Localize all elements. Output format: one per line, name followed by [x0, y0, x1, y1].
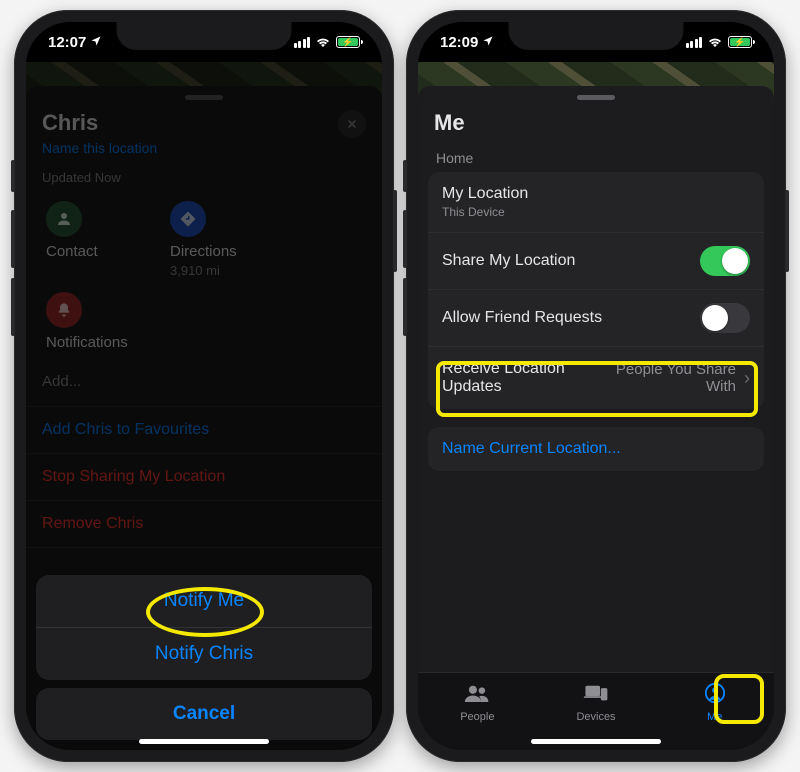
battery-icon: ⚡	[728, 36, 752, 48]
tab-people[interactable]: People	[418, 673, 537, 750]
name-current-location-row[interactable]: Name Current Location...	[428, 427, 764, 471]
phone-right: 12:09 ⚡ Me Home	[406, 10, 786, 762]
contact-action[interactable]: Contact	[46, 201, 136, 278]
wifi-icon	[707, 34, 723, 51]
allow-requests-row: Allow Friend Requests	[428, 289, 764, 346]
action-sheet: Notify Me Notify Chris Cancel	[36, 575, 372, 740]
bell-icon	[46, 292, 82, 328]
status-time: 12:09	[440, 34, 478, 51]
notify-friend-option[interactable]: Notify Chris	[36, 627, 372, 680]
wifi-icon	[315, 34, 331, 51]
my-location-label: My Location	[442, 185, 528, 202]
updated-label: Updated Now	[26, 162, 382, 187]
me-icon	[702, 682, 728, 707]
my-location-row[interactable]: My Location This Device	[428, 172, 764, 232]
tab-me[interactable]: Me	[655, 673, 774, 750]
notch	[509, 22, 684, 50]
location-services-icon	[90, 34, 102, 51]
name-location-link[interactable]: Name this location	[26, 138, 382, 162]
directions-action[interactable]: Directions 3,910 mi	[170, 201, 260, 278]
remove-person-row[interactable]: Remove Chris	[26, 501, 382, 548]
section-label-home: Home	[418, 136, 774, 172]
page-title: Me	[434, 110, 465, 136]
directions-distance: 3,910 mi	[170, 263, 220, 278]
directions-label: Directions	[170, 243, 237, 260]
notifications-action[interactable]: Notifications	[46, 292, 136, 351]
directions-icon	[170, 201, 206, 237]
me-card: Me Home My Location This Device Share My…	[418, 86, 774, 750]
contact-icon	[46, 201, 82, 237]
cellular-icon	[686, 37, 703, 48]
close-button[interactable]	[338, 110, 366, 138]
battery-icon: ⚡	[336, 36, 360, 48]
notch	[117, 22, 292, 50]
cancel-button[interactable]: Cancel	[36, 688, 372, 740]
notify-me-option[interactable]: Notify Me	[36, 575, 372, 627]
share-location-row: Share My Location	[428, 232, 764, 289]
settings-group: My Location This Device Share My Locatio…	[428, 172, 764, 409]
status-time: 12:07	[48, 34, 86, 51]
phone-left: 12:07 ⚡ Chris	[14, 10, 394, 762]
share-location-toggle[interactable]	[700, 246, 750, 276]
chevron-right-icon: ›	[736, 368, 750, 389]
home-indicator[interactable]	[139, 739, 269, 744]
screen-left: 12:07 ⚡ Chris	[26, 22, 382, 750]
allow-requests-label: Allow Friend Requests	[442, 309, 700, 327]
add-notification[interactable]: Add...	[26, 365, 382, 406]
tab-label: Devices	[576, 711, 615, 723]
stop-sharing-row[interactable]: Stop Sharing My Location	[26, 454, 382, 501]
name-current-location-label: Name Current Location...	[442, 440, 750, 458]
notifications-label: Notifications	[46, 334, 128, 351]
contact-label: Contact	[46, 243, 98, 260]
share-location-label: Share My Location	[442, 252, 700, 270]
receive-updates-label: Receive Location Updates	[442, 360, 596, 396]
allow-requests-toggle[interactable]	[700, 303, 750, 333]
person-options-list: Add Chris to Favourites Stop Sharing My …	[26, 406, 382, 548]
cellular-icon	[294, 37, 311, 48]
people-icon	[464, 682, 490, 707]
add-favourites-row[interactable]: Add Chris to Favourites	[26, 407, 382, 454]
name-location-group: Name Current Location...	[428, 427, 764, 471]
home-indicator[interactable]	[531, 739, 661, 744]
tab-label: People	[460, 711, 494, 723]
devices-icon	[583, 682, 609, 707]
receive-updates-value: People You Share With	[596, 361, 736, 395]
location-services-icon	[482, 34, 494, 51]
tab-label: Me	[707, 711, 722, 723]
my-location-value: This Device	[442, 205, 750, 219]
action-row: Contact Directions 3,910 mi	[26, 187, 382, 292]
screen-right: 12:09 ⚡ Me Home	[418, 22, 774, 750]
person-name: Chris	[42, 110, 98, 136]
receive-updates-row[interactable]: Receive Location Updates People You Shar…	[428, 346, 764, 409]
